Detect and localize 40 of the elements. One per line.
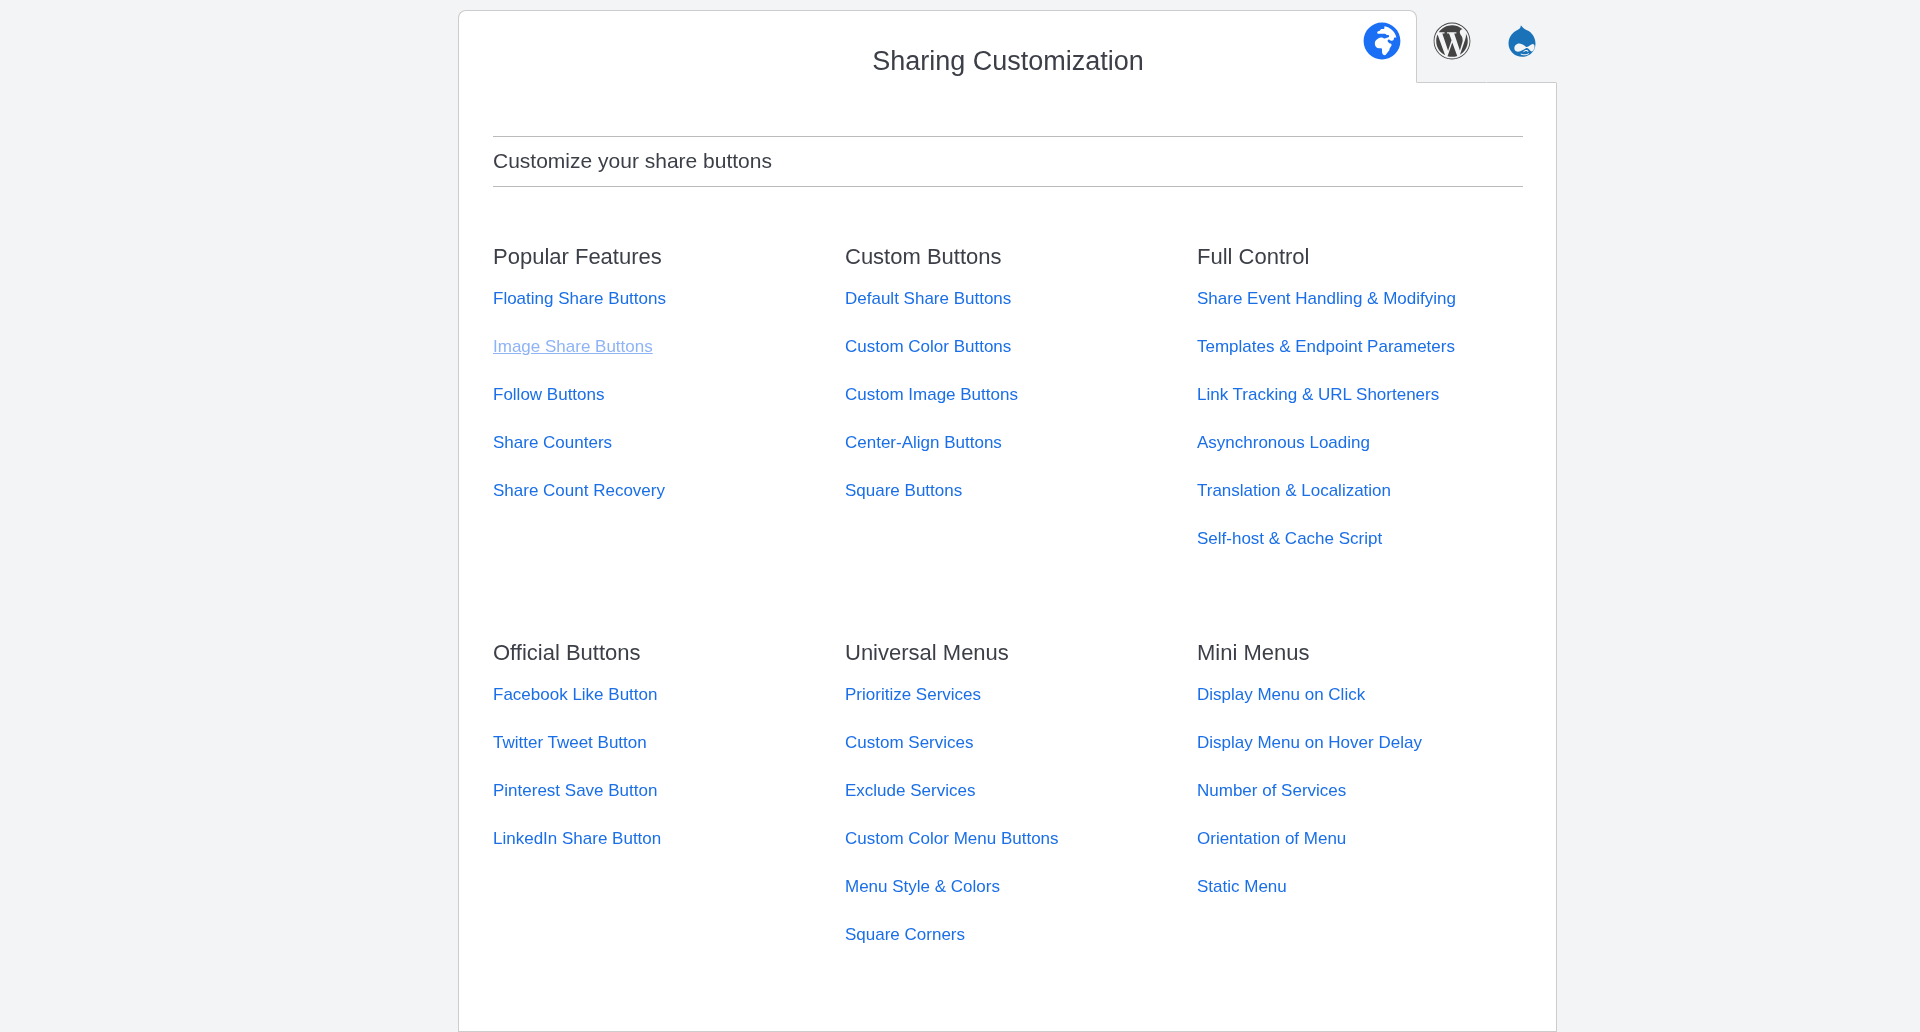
feature-link[interactable]: Custom Services [845, 733, 974, 753]
feature-link[interactable]: Display Menu on Click [1197, 685, 1366, 705]
feature-link[interactable]: Square Corners [845, 925, 965, 945]
w-logo-icon [1432, 21, 1471, 60]
panel-title: Sharing Customization [872, 44, 1144, 77]
feature-link[interactable]: Square Buttons [845, 481, 963, 501]
feature-link[interactable]: Twitter Tweet Button [493, 733, 647, 753]
feature-link[interactable]: Custom Color Buttons [845, 337, 1012, 357]
feature-link[interactable]: Custom Color Menu Buttons [845, 829, 1059, 849]
feature-link[interactable]: Floating Share Buttons [493, 289, 666, 309]
feature-link[interactable]: Follow Buttons [493, 385, 605, 405]
feature-link[interactable]: Facebook Like Button [493, 685, 658, 705]
feature-link[interactable]: Self-host & Cache Script [1197, 529, 1383, 549]
feature-link[interactable]: Static Menu [1197, 877, 1287, 897]
feature-link[interactable]: Default Share Buttons [845, 289, 1012, 309]
feature-link[interactable]: Custom Image Buttons [845, 385, 1018, 405]
feature-link[interactable]: Number of Services [1197, 781, 1347, 801]
feature-link[interactable]: Prioritize Services [845, 685, 982, 705]
feature-link[interactable]: Display Menu on Hover Delay [1197, 733, 1422, 753]
column-heading: Full Control [1197, 244, 1310, 270]
feature-link[interactable]: Menu Style & Colors [845, 877, 1000, 897]
feature-link[interactable]: Orientation of Menu [1197, 829, 1347, 849]
column-heading: Custom Buttons [845, 244, 1002, 270]
feature-link[interactable]: Translation & Localization [1197, 481, 1392, 501]
feature-link[interactable]: Link Tracking & URL Shorteners [1197, 385, 1440, 405]
feature-link[interactable]: LinkedIn Share Button [493, 829, 662, 849]
feature-link[interactable]: Share Count Recovery [493, 481, 665, 501]
feature-link[interactable]: Share Event Handling & Modifying [1197, 289, 1456, 309]
feature-link[interactable]: Templates & Endpoint Parameters [1197, 337, 1455, 357]
feature-link[interactable]: Asynchronous Loading [1197, 433, 1370, 453]
subtitle: Customize your share buttons [493, 149, 773, 173]
feature-link[interactable]: Share Counters [493, 433, 613, 453]
feature-link[interactable]: Center-Align Buttons [845, 433, 1002, 453]
column-heading: Official Buttons [493, 640, 641, 666]
column-heading: Universal Menus [845, 640, 1009, 666]
feature-link[interactable]: Exclude Services [845, 781, 976, 801]
feature-link[interactable]: Pinterest Save Button [493, 781, 658, 801]
column-heading: Popular Features [493, 244, 662, 270]
column-heading: Mini Menus [1197, 640, 1310, 666]
globe-icon [1362, 21, 1401, 60]
